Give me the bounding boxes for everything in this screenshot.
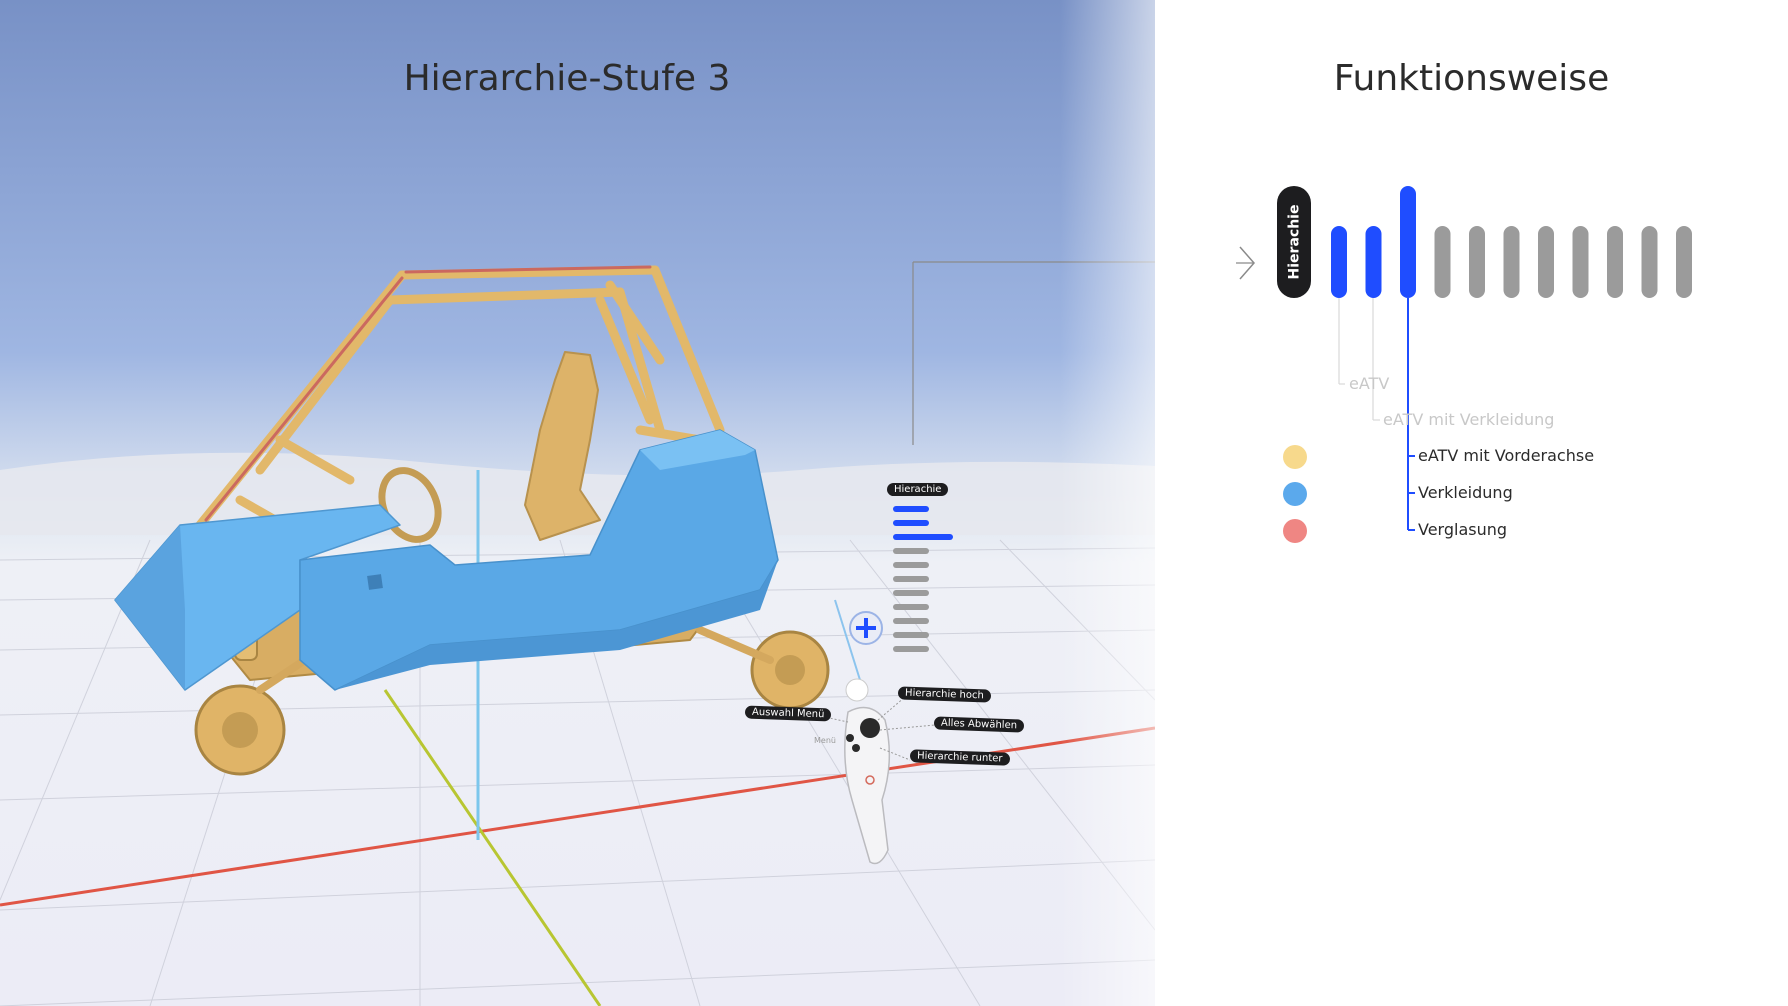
vr-level-bar-10	[893, 632, 929, 638]
vr-level-bar-6	[893, 576, 929, 582]
vr-level-bar-1	[893, 506, 929, 512]
tree-item-label[interactable]: Verkleidung	[1418, 483, 1513, 502]
vr-add-button[interactable]	[849, 611, 883, 645]
vr-level-bar-2	[893, 520, 929, 526]
hierarchy-level-bar-10[interactable]	[1641, 226, 1658, 298]
scene-render	[0, 0, 1155, 1006]
vr-hierarchy-label: Hierachie	[887, 483, 949, 496]
arrow-right-icon	[1236, 246, 1255, 280]
vr-level-bar-9	[893, 618, 929, 624]
panel-title: Funktionsweise	[1333, 58, 1610, 99]
tree-item-label[interactable]: eATV	[1349, 374, 1389, 393]
vr-scene-viewport[interactable]: Hierachie Hierarchie hoch Alles Abwählen…	[0, 0, 1155, 1006]
vr-level-bar-3	[893, 534, 953, 540]
vr-level-bar-8	[893, 604, 929, 610]
plus-icon	[856, 618, 876, 638]
hierarchy-level-bar-8[interactable]	[1572, 226, 1589, 298]
hierarchy-pill-label: Hierachie	[1286, 204, 1303, 280]
controller-label-menu: Menü	[814, 736, 836, 745]
hierarchy-level-bar-11[interactable]	[1676, 226, 1692, 298]
vr-level-bar-7	[893, 590, 929, 596]
hierarchy-level-bar-7[interactable]	[1538, 226, 1554, 298]
explanation-panel	[1155, 0, 1788, 1006]
hierarchy-level-bar-9[interactable]	[1607, 226, 1623, 298]
vr-hierarchy-level-bars	[893, 506, 953, 652]
hierarchy-pill[interactable]: Hierachie	[1277, 186, 1311, 298]
color-legend-dot	[1283, 482, 1307, 506]
vr-level-bar-4	[893, 548, 929, 554]
scene-title: Hierarchie-Stufe 3	[403, 58, 731, 99]
tree-item-label[interactable]: Verglasung	[1418, 520, 1507, 539]
tree-item-label[interactable]: eATV mit Vorderachse	[1418, 446, 1594, 465]
color-legend-dot	[1283, 519, 1307, 543]
vr-level-bar-11	[893, 646, 929, 652]
tree-item-label[interactable]: eATV mit Verkleidung	[1383, 410, 1554, 429]
hierarchy-level-bar-5[interactable]	[1469, 226, 1485, 298]
hierarchy-level-bar-6[interactable]	[1503, 226, 1520, 298]
vr-level-bar-5	[893, 562, 929, 568]
color-legend-dot	[1283, 445, 1307, 469]
